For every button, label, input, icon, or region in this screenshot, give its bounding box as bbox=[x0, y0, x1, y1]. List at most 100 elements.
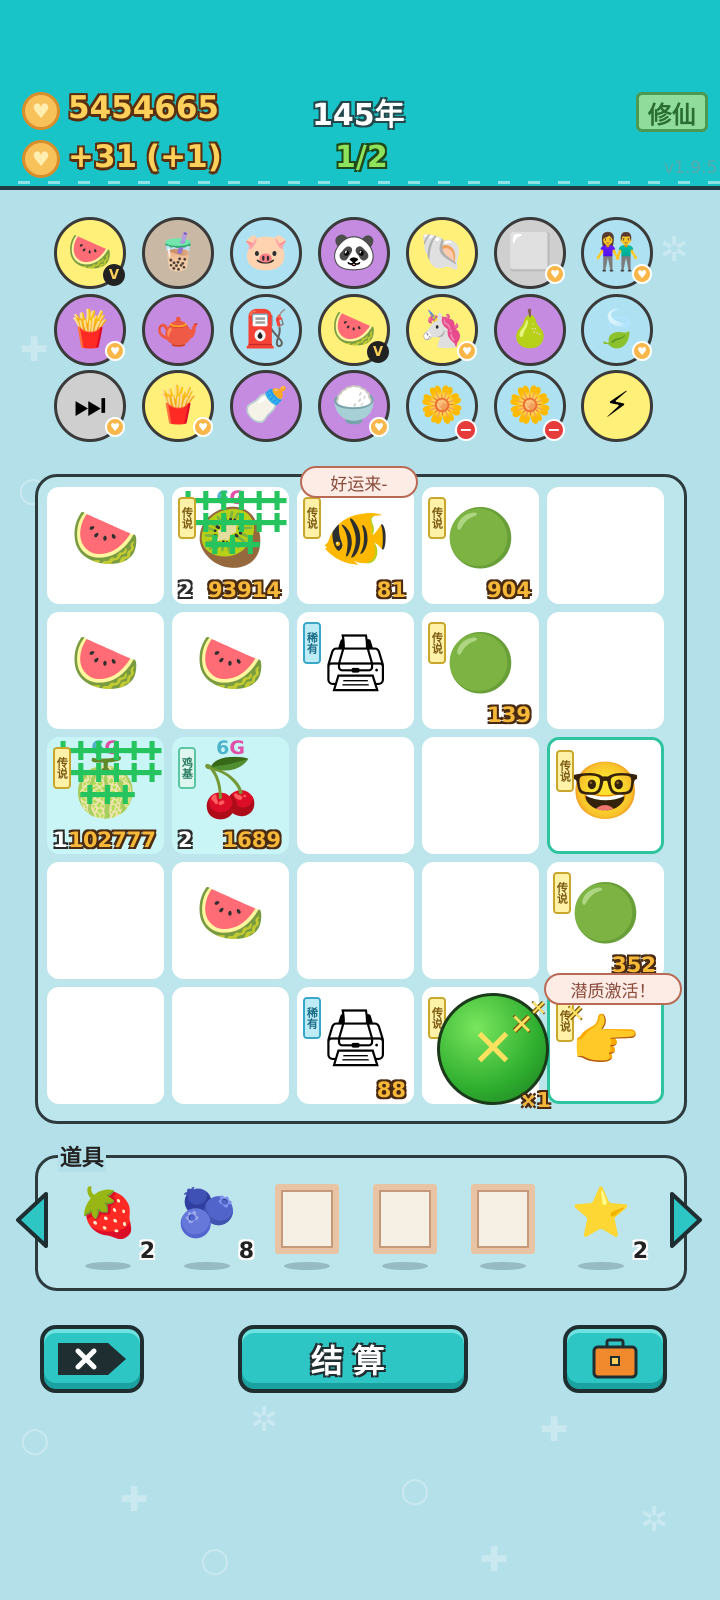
rice-bowl-icon[interactable]: 🍚 ♥ bbox=[318, 370, 390, 442]
tool-slot[interactable] bbox=[272, 1180, 342, 1270]
v-badge-icon: V bbox=[367, 341, 389, 363]
item-level: 2 bbox=[178, 828, 193, 852]
rarity-tag: 传说 bbox=[556, 750, 574, 792]
tool-slot[interactable] bbox=[468, 1180, 538, 1270]
rarity-tag: 鸡基 bbox=[178, 747, 196, 789]
tools-prev-arrow[interactable] bbox=[12, 1190, 50, 1250]
relic-glyph: ⬜ bbox=[507, 232, 553, 273]
board-cell[interactable] bbox=[47, 862, 164, 979]
unicorn-icon[interactable]: 🦄 ♥ bbox=[406, 294, 478, 366]
flower-pot-icon[interactable]: 🌼 − bbox=[406, 370, 478, 442]
tool-count: 2 bbox=[632, 1239, 648, 1264]
board-cell[interactable]: 🍉 bbox=[47, 487, 164, 604]
tools-next-arrow[interactable] bbox=[668, 1190, 706, 1250]
board-cell[interactable]: 6G 🍒 鸡基 2 1689 bbox=[172, 737, 289, 854]
board-cell[interactable] bbox=[297, 862, 414, 979]
relic-glyph: 🍚 bbox=[331, 385, 377, 426]
tool-slot[interactable]: 🍓 2 bbox=[73, 1180, 155, 1270]
fries-icon[interactable]: 🍟 ♥ bbox=[142, 370, 214, 442]
rarity-tag: 传说 bbox=[303, 497, 321, 539]
lightning-icon[interactable]: ⚡ bbox=[581, 370, 653, 442]
tool-slot[interactable] bbox=[370, 1180, 440, 1270]
coin-total: 5454665 bbox=[68, 90, 219, 126]
sugar-cubes-icon[interactable]: ⬜ ♥ bbox=[494, 217, 566, 289]
round-progress: 1/2 bbox=[335, 140, 388, 175]
board-cell[interactable]: 🖨 稀有 88 bbox=[297, 987, 414, 1104]
coin-icon: ♥ bbox=[22, 92, 60, 130]
board-cell[interactable]: 🟢 传说 352 bbox=[547, 862, 664, 979]
tool-slot[interactable]: 🫐 8 bbox=[172, 1180, 254, 1270]
cultivate-button[interactable]: 修仙 bbox=[636, 92, 708, 132]
sparkle-x-icon: ✕ bbox=[566, 1002, 585, 1027]
pomelo-icon[interactable]: 🍐 bbox=[494, 294, 566, 366]
couple-icon[interactable]: 👫 ♥ bbox=[581, 217, 653, 289]
relic-glyph: 👫 bbox=[594, 232, 640, 273]
breast-pump-icon[interactable]: 🍼 bbox=[230, 370, 302, 442]
rarity-tag: 传说 bbox=[428, 622, 446, 664]
board-cell[interactable]: 🖨 稀有 bbox=[297, 612, 414, 729]
board-cell[interactable]: 6G 🥝 ✚✚✚✚✚✚✚✚✚✚✚✚✚✚✚ 传说 2 93914 bbox=[172, 487, 289, 604]
relic-glyph: 🐼 bbox=[331, 232, 377, 273]
empty-frame-icon bbox=[373, 1184, 437, 1254]
board-cell[interactable]: 🐠 传说 81 bbox=[297, 487, 414, 604]
empty-frame-icon bbox=[275, 1184, 339, 1254]
board-cell[interactable] bbox=[422, 737, 539, 854]
bubble-tea-icon[interactable]: 🧋 bbox=[142, 217, 214, 289]
income-per-turn: +31 bbox=[68, 139, 138, 175]
board-cell[interactable] bbox=[422, 862, 539, 979]
version-label: v1.9.5 bbox=[664, 158, 718, 178]
item-level: 2 bbox=[178, 578, 193, 602]
board-cell[interactable]: 🍉 bbox=[172, 612, 289, 729]
big-watermelon-count: ×1 bbox=[520, 1088, 551, 1112]
gravy-boat-icon[interactable]: 🫖 bbox=[142, 294, 214, 366]
item-level: 1 bbox=[53, 828, 68, 852]
rarity-tag: 传说 bbox=[428, 497, 446, 539]
cross-mark-icon: ✕ bbox=[471, 1019, 515, 1079]
relic-glyph: 🧋 bbox=[155, 232, 201, 273]
skip-icon[interactable]: ⏭ ♥ bbox=[54, 370, 126, 442]
tool-count: 2 bbox=[139, 1239, 155, 1264]
tool-shadow bbox=[284, 1262, 330, 1270]
relic-glyph: 🍟 bbox=[155, 385, 201, 426]
shell-icon[interactable]: 🐚 bbox=[406, 217, 478, 289]
settle-button[interactable]: 结算 bbox=[238, 1325, 468, 1393]
activate-speech-bubble: 潜质激活！ bbox=[544, 973, 682, 1005]
tool-slot[interactable]: ⭐ 2 bbox=[566, 1180, 648, 1270]
fries-icon[interactable]: 🍟 ♥ bbox=[54, 294, 126, 366]
board-cell[interactable] bbox=[547, 612, 664, 729]
heart-badge-icon: ♥ bbox=[632, 341, 652, 361]
relic-glyph: 🐚 bbox=[419, 232, 465, 273]
income-bonus: (+1) bbox=[146, 139, 222, 175]
rarity-tag: 稀有 bbox=[303, 997, 321, 1039]
heart-badge-icon: ♥ bbox=[193, 417, 213, 437]
fruit-basket-icon[interactable]: 🍉 V bbox=[54, 217, 126, 289]
heart-badge-icon: ♥ bbox=[545, 264, 565, 284]
board-cell[interactable]: 6G 🍈 ✚✚✚✚✚✚✚✚✚✚✚✚✚✚✚ 传说 1 102777 bbox=[47, 737, 164, 854]
board-cell[interactable]: 🟢 传说 139 bbox=[422, 612, 539, 729]
board-cell[interactable]: 🍉 bbox=[47, 612, 164, 729]
board-cell[interactable]: 🟢 传说 904 bbox=[422, 487, 539, 604]
board-cell[interactable] bbox=[47, 987, 164, 1104]
piggy-bank-icon[interactable]: 🐷 bbox=[230, 217, 302, 289]
minus-badge-icon: − bbox=[543, 419, 565, 441]
inventory-button[interactable] bbox=[563, 1325, 667, 1393]
header-divider bbox=[0, 181, 720, 184]
settle-label: 结算 bbox=[310, 1342, 395, 1380]
board-cell[interactable] bbox=[172, 987, 289, 1104]
board-cell[interactable] bbox=[297, 737, 414, 854]
star-icon: ⭐ bbox=[571, 1185, 631, 1241]
header-border bbox=[0, 186, 720, 190]
flower-pot-icon[interactable]: 🌼 − bbox=[494, 370, 566, 442]
remove-button[interactable] bbox=[40, 1325, 144, 1393]
air-pump-icon[interactable]: ⛽ bbox=[230, 294, 302, 366]
panda-icon[interactable]: 🐼 bbox=[318, 217, 390, 289]
board-cell[interactable] bbox=[547, 487, 664, 604]
item-value: 93914 bbox=[207, 578, 281, 602]
leaf-icon[interactable]: 🍃 ♥ bbox=[581, 294, 653, 366]
board-cell[interactable]: 🤓 传说 bbox=[547, 737, 664, 854]
board-cell[interactable]: 🍉 bbox=[172, 862, 289, 979]
item-value: 139 bbox=[487, 703, 531, 727]
relic-glyph: 🌼 bbox=[419, 385, 465, 426]
fruit-basket-icon[interactable]: 🍉 V bbox=[318, 294, 390, 366]
relic-glyph: 🍉 bbox=[331, 309, 377, 350]
